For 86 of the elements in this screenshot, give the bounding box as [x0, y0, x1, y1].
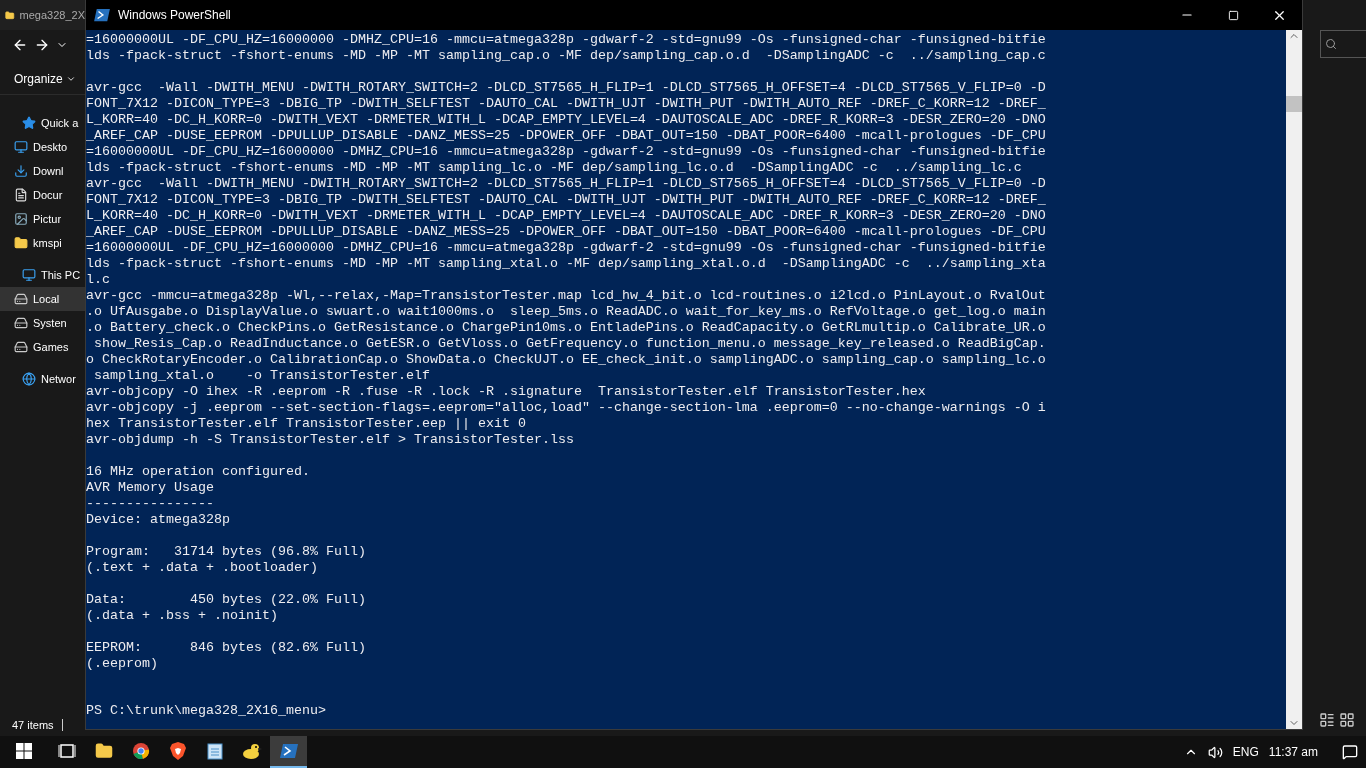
console-line: lds -fpack-struct -fshort-enums -MD -MP -MT sampling_cap.o -MF dep/sampling_cap.o.d -DSamplingADC -c ../sampling_cap.c	[86, 48, 1047, 64]
console-line: AVR Memory Usage	[86, 480, 215, 496]
folder-icon	[5, 8, 15, 22]
clock[interactable]: 11:37 am	[1268, 745, 1318, 759]
console-line: avr-gcc -Wall -DWITH_MENU -DWITH_ROTARY_SWITCH=2 -DLCD_ST7565_H_FLIP=1 -DLCD_ST7565_H_OFFSET=4 -DLCD_ST7565_V_FLIP=0 -D	[86, 80, 1047, 96]
console-line: avr-objdump -h -S TransistorTester.elf > TransistorTester.lss	[86, 432, 575, 448]
console-line: l.c	[86, 272, 111, 288]
window-title: mega328_2X	[19, 9, 85, 21]
drive-icon	[14, 316, 28, 330]
download-icon	[14, 164, 28, 178]
console-line: lds -fpack-struct -fshort-enums -MD -MP -MT sampling_lc.o -MF dep/sampling_lc.o.d -DSamplingADC -c ../sampling_lc.c	[86, 160, 1023, 176]
console-line: L_KORR=40 -DC_H_KORR=0 -DWITH_VEXT -DRMETER_WITH_L -DCAP_EMPTY_LEVEL=4 -DAUTOSCALE_ADC -DREF_R_KORR=3 -DESR_ZERO=20 -DNO	[86, 208, 1047, 224]
console-line: (.text + .data + .bootloader)	[86, 560, 319, 576]
console-line: =16000000UL -DF_CPU_HZ=16000000 -DMHZ_CPU=16 -mmcu=atmega328p -gdwarf-2 -std=gnu99 -Os -funsigned-char -funsigned-bitfie	[86, 144, 1047, 160]
console-line: show_Resis_Cap.o ReadInductance.o GetESR.o GetVloss.o GetFrequency.o function_menu.o message_key_released.o ReadBigCap.	[93, 336, 1047, 352]
scrollbar[interactable]	[1286, 30, 1302, 729]
console-line: (.eeprom)	[86, 656, 159, 672]
windows-icon	[16, 743, 32, 759]
folder-icon	[94, 742, 113, 760]
task-view-icon	[57, 743, 76, 759]
drive-icon	[14, 292, 28, 306]
folder-icon	[14, 236, 28, 250]
organize-button[interactable]: Organize	[14, 64, 76, 94]
nav-item[interactable]: Networ	[0, 367, 85, 391]
document-icon	[14, 188, 28, 202]
nav-item[interactable]: This PC	[0, 263, 85, 287]
console-line: ----------------	[86, 496, 215, 512]
forward-icon[interactable]	[34, 37, 50, 53]
nav-item[interactable]: kmspi	[0, 231, 85, 255]
speaker-icon[interactable]	[1207, 744, 1223, 760]
console-line: EEPROM: 846 bytes (82.6% Full)	[86, 640, 367, 656]
console-line: o CheckRotaryEncoder.o CalibrationCap.o ShowData.o CheckUJT.o EE_check_init.o samplingADC.o sampling_cap.o sampling_lc.o	[86, 352, 1047, 368]
console-line: hex TransistorTester.elf TransistorTester.eep || exit 0	[86, 416, 527, 432]
powershell-icon	[279, 743, 298, 759]
window-title: Windows PowerShell	[118, 8, 232, 22]
console-line: .o Battery_check.o CheckPins.o GetResistance.o ChargePin10ms.o EntladePins.o ReadCapacity.o GetRLmultip.o Calibrate_UR.o	[86, 320, 1047, 336]
maximize-icon	[1227, 9, 1239, 21]
item-count: 47 items	[12, 719, 54, 731]
console-line: 16 MHz operation configured.	[86, 464, 311, 480]
console-line: _AREF_CAP -DUSE_EEPROM -DPULLUP_DISABLE -DANZ_MESS=25 -DPOWER_OFF -DBAT_OUT=150 -DBAT_POOR=6400 -mcall-prologues -DF_CPU	[86, 128, 1047, 144]
picture-icon	[14, 212, 28, 226]
scrollbar-thumb[interactable]	[1286, 96, 1302, 112]
star-icon	[22, 116, 36, 130]
console-line: _AREF_CAP -DUSE_EEPROM -DPULLUP_DISABLE -DANZ_MESS=25 -DPOWER_OFF -DBAT_OUT=150 -DBAT_POOR=6400 -mcall-prologues -DF_CPU	[86, 224, 1047, 240]
console-prompt: PS C:\trunk\mega328_2X16_menu>	[86, 703, 327, 719]
nav-item[interactable]: Games	[0, 335, 85, 359]
console-line: .o UfAusgabe.o DisplayValue.o swuart.o wait1000ms.o sleep_5ms.o ReadADC.o wait_for_key_ms.o RefVoltage.o get_log.o main	[86, 304, 1047, 320]
search-field[interactable]	[1320, 30, 1366, 58]
drive-icon	[14, 340, 28, 354]
language-indicator[interactable]: ENG	[1232, 745, 1259, 759]
notification-icon[interactable]	[1342, 744, 1358, 760]
network-icon	[22, 372, 36, 386]
console-line: avr-gcc -mmcu=atmega328p -Wl,--relax,-Map=TransistorTester.map lcd_hw_4_bit.o lcd-routines.o i2lcd.o PinLayout.o RvalOut	[86, 288, 1047, 304]
nav-item[interactable]: Downl	[0, 159, 85, 183]
console-line: avr-gcc -Wall -DWITH_MENU -DWITH_ROTARY_SWITCH=2 -DLCD_ST7565_H_FLIP=1 -DLCD_ST7565_H_OFFSET=4 -DLCD_ST7565_V_FLIP=0 -D	[86, 176, 1047, 192]
console-line: L_KORR=40 -DC_H_KORR=0 -DWITH_VEXT -DRMETER_WITH_L -DCAP_EMPTY_LEVEL=4 -DAUTOSCALE_ADC -DREF_R_KORR=3 -DESR_ZERO=20 -DNO	[86, 112, 1047, 128]
console-line: Device: atmega328p	[86, 512, 231, 528]
desktop-icon	[14, 140, 28, 154]
nav-item[interactable]: Docur	[0, 183, 85, 207]
bird-icon	[241, 742, 262, 760]
details-view-icon[interactable]	[1319, 712, 1335, 728]
nav-item[interactable]: Local	[0, 287, 85, 311]
tiles-view-icon[interactable]	[1339, 712, 1355, 728]
caret-icon	[65, 74, 76, 84]
console-line: Program: 31714 bytes (96.8% Full)	[86, 544, 367, 560]
chrome-icon	[131, 742, 150, 760]
computer-icon	[22, 268, 36, 282]
notepad-icon	[206, 742, 223, 760]
console-line: =16000000UL -DF_CPU_HZ=16000000 -DMHZ_CPU=16 -mmcu=atmega328p -gdwarf-2 -std=gnu99 -Os -funsigned-char -funsigned-bitfie	[86, 240, 1047, 256]
console-line: avr-objcopy -j .eeprom --set-section-flags=.eeprom="alloc,load" --change-section-lma .eeprom=0 --no-change-warnings -O i	[86, 400, 1047, 416]
console-line: lds -fpack-struct -fshort-enums -MD -MP -MT sampling_xtal.o -MF dep/sampling_xtal.o.d -DSamplingADC -c ../sampling_xta	[86, 256, 1047, 272]
nav-item[interactable]: Deskto	[0, 135, 85, 159]
console-line: =16000000UL -DF_CPU_HZ=16000000 -DMHZ_CPU=16 -mmcu=atmega328p -gdwarf-2 -std=gnu99 -Os -funsigned-char -funsigned-bitfie	[86, 32, 1047, 48]
nav-item[interactable]: Pictur	[0, 207, 85, 231]
nav-item[interactable]: Systen	[0, 311, 85, 335]
console-line: FONT_7X12 -DICON_TYPE=3 -DBIG_TP -DWITH_SELFTEST -DAUTO_CAL -DWITH_UJT -DWITH_PUT -DWITH_AUTO_REF -DREF_C_KORR=12 -DREF_	[86, 192, 1047, 208]
back-icon[interactable]	[12, 37, 28, 53]
search-icon	[1325, 38, 1337, 50]
console-line: (.data + .bss + .noinit)	[86, 608, 279, 624]
console-line: Data: 450 bytes (22.0% Full)	[86, 592, 367, 608]
console-line: avr-objcopy -O ihex -R .eeprom -R .fuse -R .lock -R .signature TransistorTester.elf TransistorTester.hex	[86, 384, 927, 400]
shield-icon	[169, 742, 186, 760]
powershell-icon	[94, 8, 110, 22]
console-line: sampling_xtal.o -o TransistorTester.elf	[93, 368, 431, 384]
console-line: FONT_7X12 -DICON_TYPE=3 -DBIG_TP -DWITH_SELFTEST -DAUTO_CAL -DWITH_UJT -DWITH_PUT -DWITH_AUTO_REF -DREF_C_KORR=12 -DREF_	[86, 96, 1047, 112]
nav-item[interactable]: Quick a	[0, 111, 85, 135]
